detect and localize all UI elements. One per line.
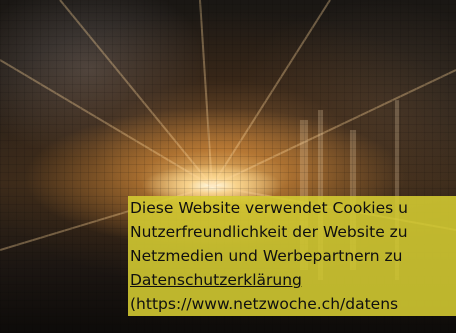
page: Diese Website verwendet Cookies u Nutzer…: [0, 0, 456, 333]
cookie-banner-line-3: Netzmedien und Werbepartnern zu: [128, 244, 456, 268]
privacy-url-text[interactable]: (https://www.netzwoche.ch/datens: [128, 292, 456, 316]
cookie-banner: Diese Website verwendet Cookies u Nutzer…: [128, 196, 456, 316]
privacy-link-row: Datenschutzerklärung: [128, 268, 456, 292]
cookie-banner-line-2: Nutzerfreundlichkeit der Website zu: [128, 220, 456, 244]
cookie-banner-line-1: Diese Website verwendet Cookies u: [128, 196, 456, 220]
privacy-policy-link[interactable]: Datenschutzerklärung: [130, 271, 302, 289]
